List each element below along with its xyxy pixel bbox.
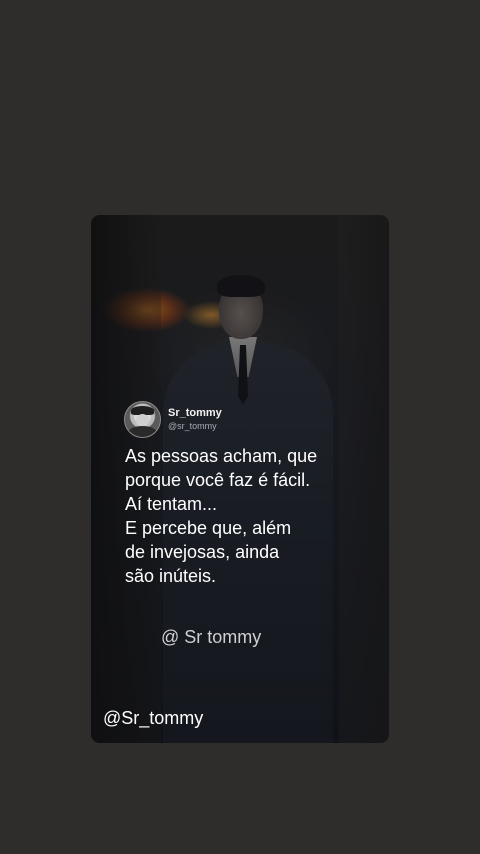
- profile-avatar-icon[interactable]: [124, 401, 161, 438]
- watermark-handle: @Sr_tommy: [103, 708, 204, 728]
- profile-header[interactable]: Sr_tommy @sr_tommy: [124, 401, 222, 438]
- quote-line: E percebe que, além: [125, 518, 292, 538]
- display-name[interactable]: Sr_tommy: [168, 407, 222, 420]
- quote-line: porque você faz é fácil.: [125, 470, 311, 490]
- quote-line: são inúteis.: [125, 566, 217, 586]
- quote-text: As pessoas acham, que porque você faz é …: [125, 444, 375, 588]
- quote-line: Aí tentam...: [125, 494, 218, 514]
- avatar-body: [128, 426, 157, 437]
- quote-line: de invejosas, ainda: [125, 542, 280, 562]
- quote-line: As pessoas acham, que: [125, 446, 318, 466]
- video-card[interactable]: Sr_tommy @sr_tommy As pessoas acham, que…: [91, 215, 389, 743]
- user-handle[interactable]: @sr_tommy: [168, 420, 222, 432]
- screen: Sr_tommy @sr_tommy As pessoas acham, que…: [0, 0, 480, 854]
- profile-names: Sr_tommy @sr_tommy: [168, 407, 222, 432]
- signature-text: @ Sr tommy: [161, 627, 262, 647]
